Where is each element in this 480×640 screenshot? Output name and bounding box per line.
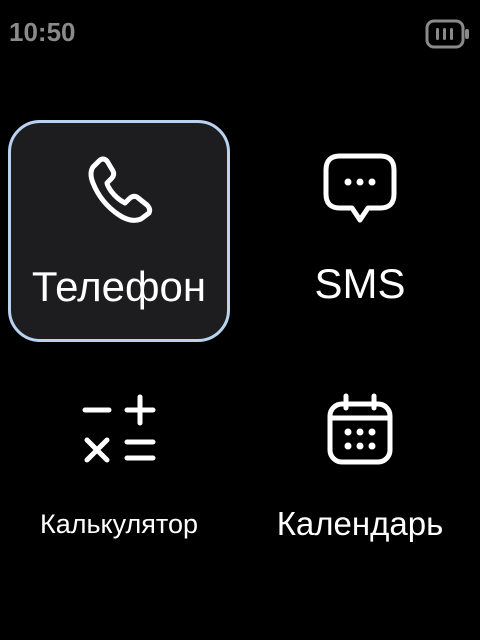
app-label-phone: Телефон <box>31 263 207 310</box>
app-tile-sms[interactable]: SMS <box>249 120 471 342</box>
app-label-calendar: Календарь <box>276 505 444 542</box>
calculator-icon <box>79 390 159 470</box>
app-tile-calendar[interactable]: Календарь <box>249 374 471 596</box>
calendar-icon <box>320 390 400 470</box>
app-label-sms: SMS <box>314 260 406 307</box>
app-label-calculator: Калькулятор <box>39 509 199 539</box>
battery-icon <box>424 18 472 50</box>
app-tile-phone[interactable]: Телефон <box>8 120 230 342</box>
message-icon <box>320 150 400 230</box>
app-tile-calculator[interactable]: Калькулятор <box>8 374 230 596</box>
status-time: 10:50 <box>9 17 76 47</box>
status-bar: 10:50 <box>0 0 480 64</box>
phone-icon <box>79 153 159 233</box>
